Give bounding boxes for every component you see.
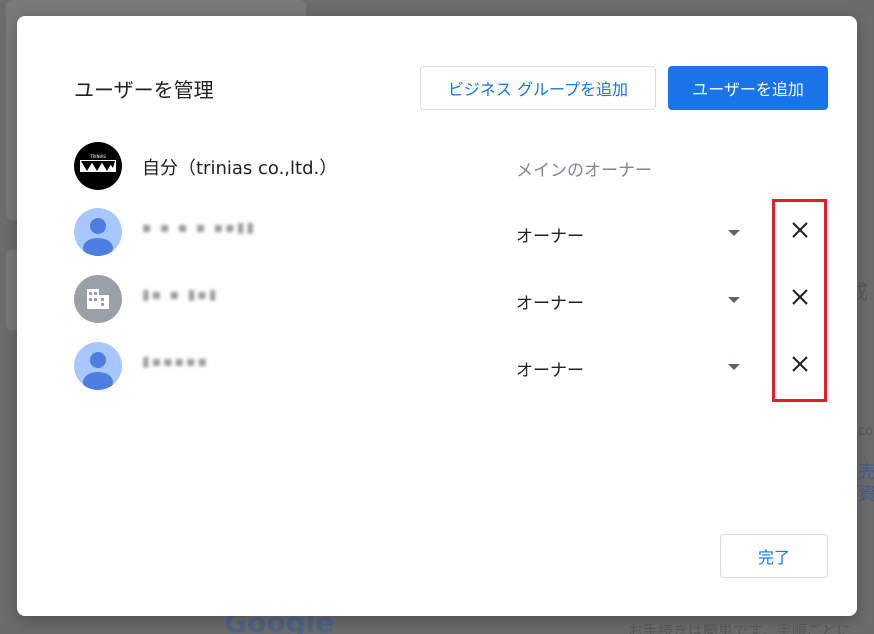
- user-role: オーナー: [516, 227, 584, 247]
- person-icon: [74, 208, 122, 256]
- add-business-group-button[interactable]: ビジネス グループを追加: [420, 66, 656, 110]
- dropdown-arrow-icon[interactable]: [725, 224, 743, 242]
- trinias-logo-icon: TRINIAS: [74, 142, 122, 190]
- user-name: 自分（trinias co.,ltd.）: [142, 158, 338, 179]
- background-text: 資: [858, 484, 874, 505]
- user-row: ▮▪ ▪ ▮▪▮ オーナー: [17, 269, 857, 329]
- user-row: TRINIAS 自分（trinias co.,ltd.） メインのオーナー: [17, 136, 857, 196]
- person-icon: [74, 342, 122, 390]
- user-row: ▪ ▪ ▪ ▪ ▪▪▮▮ オーナー: [17, 202, 857, 262]
- background-text: co: [858, 424, 874, 439]
- user-role: メインのオーナー: [516, 161, 652, 181]
- user-name: ▮▪ ▪ ▮▪▮: [142, 287, 219, 303]
- done-button[interactable]: 完了: [720, 534, 828, 578]
- background-text: お手続きは簡単です。手順ごとに: [628, 622, 852, 634]
- dialog-title: ユーザーを管理: [74, 78, 214, 102]
- user-name: ▮▪▪▪▪▪: [142, 354, 210, 370]
- add-user-button[interactable]: ユーザーを追加: [668, 66, 828, 110]
- dropdown-arrow-icon[interactable]: [725, 291, 743, 309]
- page: 成 co 売 資 Google お手続きは簡単です。手順ごとに ユーザーを管理 …: [0, 0, 874, 634]
- user-name: ▪ ▪ ▪ ▪ ▪▪▮▮: [142, 220, 257, 236]
- building-icon: [74, 275, 122, 323]
- highlight-annotation: [772, 199, 827, 402]
- user-role: オーナー: [516, 361, 584, 381]
- logo-text: TRINIAS: [89, 154, 106, 159]
- manage-users-dialog: ユーザーを管理 ビジネス グループを追加 ユーザーを追加 TRINIAS 自分（…: [17, 16, 857, 616]
- user-role: オーナー: [516, 294, 584, 314]
- user-row: ▮▪▪▪▪▪ オーナー: [17, 336, 857, 396]
- dropdown-arrow-icon[interactable]: [725, 358, 743, 376]
